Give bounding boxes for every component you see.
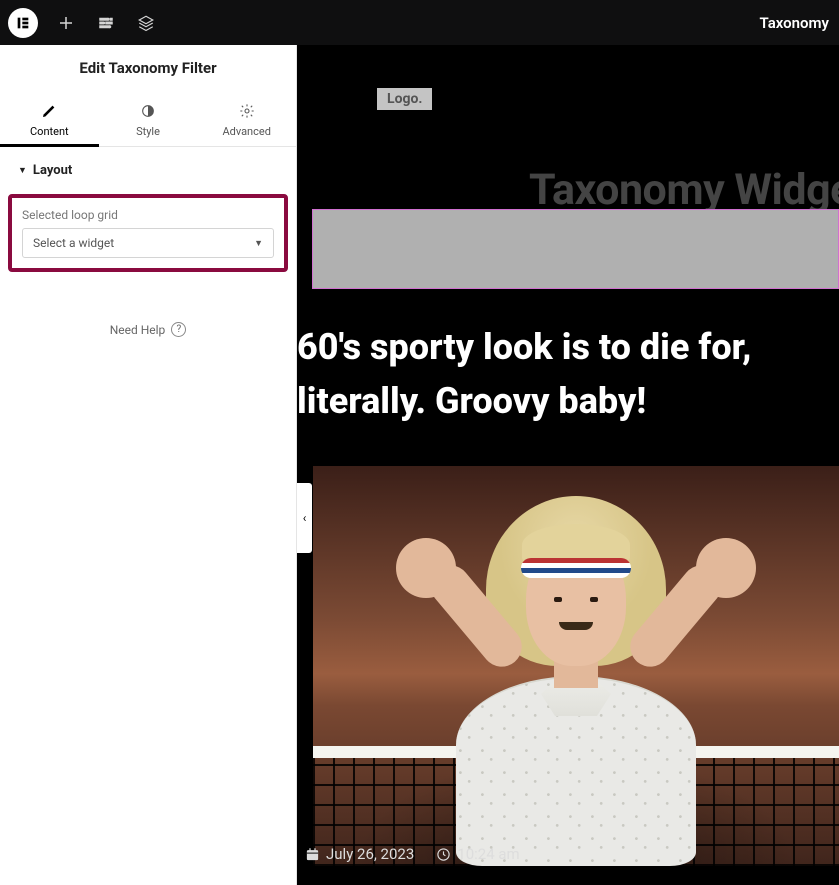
tab-advanced[interactable]: Advanced	[197, 93, 296, 146]
highlighted-field-box: Selected loop grid Select a widget ▼	[8, 194, 288, 272]
preview-canvas: Logo. Taxonomy Widge 60's sporty look is…	[297, 45, 839, 885]
meta-time: 10:24 am	[436, 845, 519, 863]
taxonomy-filter-widget[interactable]	[312, 209, 839, 289]
structure-button[interactable]	[126, 0, 166, 45]
topbar-left	[0, 0, 174, 45]
tab-content[interactable]: Content	[0, 93, 99, 146]
layers-icon	[137, 14, 155, 32]
article-image	[313, 466, 839, 866]
elementor-logo[interactable]	[8, 8, 38, 38]
select-widget-dropdown[interactable]: Select a widget ▼	[22, 228, 274, 258]
tab-style[interactable]: Style	[99, 93, 198, 146]
tab-style-label: Style	[136, 125, 160, 138]
elementor-icon	[15, 15, 31, 31]
section-layout-header[interactable]: ▼ Layout	[0, 147, 296, 188]
clock-icon	[436, 847, 451, 862]
editor-sidebar: Edit Taxonomy Filter Content Style Advan…	[0, 45, 297, 885]
field-label-selected-loop-grid: Selected loop grid	[22, 208, 274, 222]
pencil-icon	[41, 103, 57, 119]
tab-content-label: Content	[30, 125, 69, 138]
site-settings-button[interactable]	[86, 0, 126, 45]
plus-icon	[57, 14, 75, 32]
add-element-button[interactable]	[46, 0, 86, 45]
sliders-icon	[97, 14, 115, 32]
top-bar: Taxonomy	[0, 0, 839, 45]
article-title: 60's sporty look is to die for, literall…	[297, 320, 839, 458]
meta-date: July 26, 2023	[305, 845, 414, 863]
meta-date-value: July 26, 2023	[326, 845, 414, 863]
logo-placeholder[interactable]: Logo.	[377, 88, 432, 110]
article: 60's sporty look is to die for, literall…	[297, 320, 839, 458]
editor-tabs: Content Style Advanced	[0, 93, 296, 147]
tab-advanced-label: Advanced	[222, 125, 270, 138]
meta-time-value: 10:24 am	[457, 845, 519, 863]
caret-down-icon: ▼	[254, 238, 263, 249]
calendar-icon	[305, 847, 320, 862]
gear-icon	[239, 103, 255, 119]
main-layout: Edit Taxonomy Filter Content Style Advan…	[0, 45, 839, 885]
page-heading: Taxonomy Widge	[529, 165, 839, 215]
article-meta: July 26, 2023 10:24 am	[305, 845, 520, 863]
document-title: Taxonomy	[760, 14, 839, 32]
select-placeholder: Select a widget	[33, 236, 114, 250]
panel-collapse-handle[interactable]: ‹	[297, 483, 312, 553]
need-help-label: Need Help	[110, 323, 166, 337]
need-help-link[interactable]: Need Help ?	[0, 322, 296, 337]
help-icon: ?	[171, 322, 186, 337]
section-layout-label: Layout	[33, 163, 72, 178]
panel-title: Edit Taxonomy Filter	[0, 45, 296, 93]
caret-down-icon: ▼	[18, 165, 27, 176]
contrast-icon	[140, 103, 156, 119]
